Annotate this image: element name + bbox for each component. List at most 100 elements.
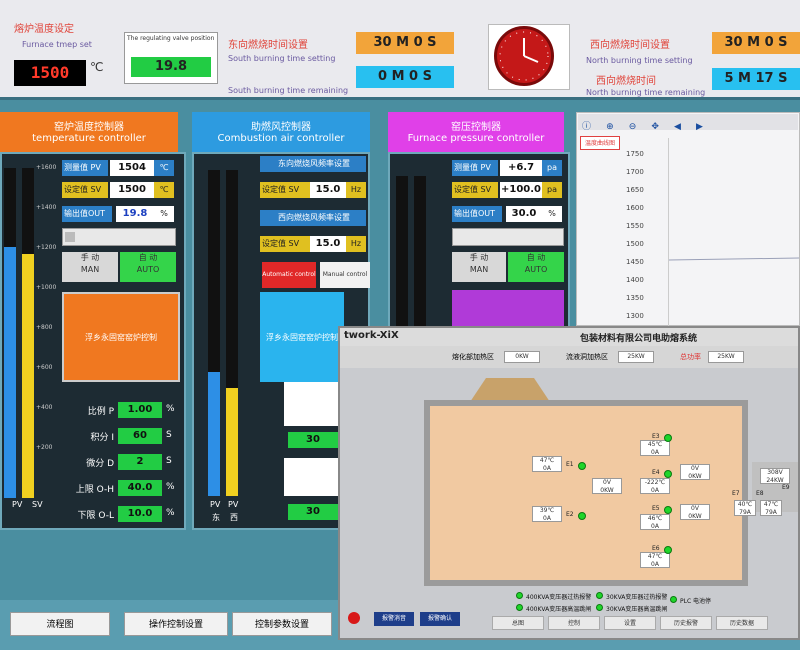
- electrode-name: E1: [566, 461, 574, 468]
- pair-voltage: 0V: [691, 505, 699, 512]
- alarm-indicator-icon: [596, 592, 603, 599]
- alarm-label: 30KVA变压器过热报警: [606, 594, 668, 601]
- next-icon[interactable]: ▶: [696, 122, 703, 132]
- air-ctrl-title-en: Combustion air controller: [217, 133, 345, 144]
- inset-nav-button[interactable]: 总图: [492, 616, 544, 630]
- pid-value[interactable]: 1.00: [118, 402, 162, 418]
- south-setting-cn: 东向燃烧时间设置: [228, 40, 308, 51]
- furnace-temp-value[interactable]: 1500: [14, 60, 86, 86]
- nav-operation-button[interactable]: 操作控制设置: [124, 612, 228, 636]
- trend-series-line: [669, 257, 799, 261]
- trend-y-tick: 1600: [626, 204, 644, 212]
- inset-nav-button[interactable]: 历史数据: [716, 616, 768, 630]
- temp-man-button[interactable]: 手 动 MAN: [62, 252, 118, 282]
- press-sv-unit: pa: [542, 182, 562, 198]
- north-remaining-cn: 西向燃烧时间: [596, 76, 656, 87]
- inset-nav-button[interactable]: 控制: [548, 616, 600, 630]
- zoom-out-icon[interactable]: ⊖: [629, 122, 637, 132]
- press-control-button[interactable]: [452, 290, 564, 330]
- zoom-in-icon[interactable]: ⊕: [606, 122, 614, 132]
- air-west-value[interactable]: 15.0: [310, 236, 346, 252]
- flow-value: 25KW: [618, 351, 654, 363]
- inset-nav-button[interactable]: 设置: [604, 616, 656, 630]
- alarm-mute-button[interactable]: 报警消音: [374, 612, 414, 626]
- air-east-unit: Hz: [346, 182, 366, 198]
- electrode-indicator-icon: [664, 506, 672, 514]
- alarm-confirm-button[interactable]: 报警确认: [420, 612, 460, 626]
- pid-value[interactable]: 60: [118, 428, 162, 444]
- temp-out-slider[interactable]: [62, 228, 176, 246]
- temp-scale-tick: +400: [36, 404, 53, 411]
- press-ctrl-title-en: Furnace pressure controller: [407, 133, 545, 144]
- pid-value[interactable]: 2: [118, 454, 162, 470]
- air-auto-control-button[interactable]: Automatic control: [262, 262, 316, 288]
- electrode-amp: 0A: [651, 487, 659, 494]
- prev-icon[interactable]: ◀: [674, 122, 681, 132]
- electrode-temp: -222℃: [644, 479, 666, 486]
- info-icon[interactable]: ⓘ: [582, 122, 591, 132]
- furnace-temp-cn: 熔炉温度设定: [14, 24, 74, 35]
- electrode-card: 39℃ 0A: [532, 506, 562, 522]
- total-value: 25KW: [708, 351, 744, 363]
- pan-icon[interactable]: ✥: [651, 122, 659, 132]
- temp-scale-tick: +1600: [36, 164, 57, 171]
- air-west-sv-label: 设定值 SV: [260, 236, 310, 252]
- air-bar-1: [208, 170, 220, 496]
- right-reading-1: 40℃ 79A: [734, 500, 756, 516]
- electrode-name: E2: [566, 511, 574, 518]
- inset-title: 包装材料有限公司电助熔系统: [580, 334, 698, 344]
- temp-man-cn: 手 动: [80, 253, 100, 262]
- air-ctrl-title-cn: 助燃风控制器: [251, 122, 311, 133]
- right-voltage: 308V 24KW: [760, 468, 790, 484]
- trend-toolbar: ⓘ ⊕ ⊖ ✥ ◀ ▶: [578, 114, 798, 132]
- pid-unit: %: [166, 508, 175, 518]
- temp-sv-value[interactable]: 1500: [110, 182, 154, 198]
- air-bar-east-label: 东: [212, 513, 220, 522]
- nav-flow-button[interactable]: 流程图: [10, 612, 110, 636]
- air-bar-pv-label: PV: [210, 500, 221, 509]
- temp-furnace-control-button[interactable]: 浮乡永固窑窑炉控制: [62, 292, 180, 382]
- south-setting-display[interactable]: 30 M 0 S: [356, 32, 454, 54]
- air-list-value-2: 30: [288, 504, 338, 520]
- melt-value: 0KW: [504, 351, 540, 363]
- air-list-1: [284, 382, 338, 426]
- north-setting-display[interactable]: 30 M 0 S: [712, 32, 800, 54]
- valve-position-value[interactable]: 19.8: [131, 57, 211, 77]
- electrode-indicator-icon: [578, 512, 586, 520]
- temp-out-slider-handle[interactable]: [65, 232, 75, 242]
- nav-parameter-button[interactable]: 控制参数设置: [232, 612, 332, 636]
- inset-brand: twork-XiX: [344, 330, 399, 341]
- electrode-temp: 46℃: [647, 515, 663, 522]
- electrode-name: E5: [652, 505, 660, 512]
- temp-sv-unit: ℃: [154, 182, 174, 198]
- air-furnace-control-button[interactable]: 浮乡永固窑窑炉控制: [260, 292, 344, 382]
- south-setting-s: 0: [413, 35, 423, 50]
- north-setting-cn: 西向燃烧时间设置: [590, 40, 670, 51]
- inset-nav-button[interactable]: 历史报警: [660, 616, 712, 630]
- electrode-temp: 45℃: [647, 441, 663, 448]
- press-out-value: 30.0: [506, 206, 542, 222]
- electrode-amp: 0A: [651, 561, 659, 568]
- pid-unit: S: [166, 456, 172, 466]
- temp-scale-tick: +800: [36, 324, 53, 331]
- press-auto-button[interactable]: 自 动 AUTO: [508, 252, 564, 282]
- air-east-value[interactable]: 15.0: [310, 182, 346, 198]
- temp-auto-button[interactable]: 自 动 AUTO: [120, 252, 176, 282]
- south-remaining-s-label: S: [422, 69, 432, 84]
- valve-position-card: The regulating valve position 19.8: [124, 32, 218, 84]
- press-sv-value[interactable]: +100.0: [500, 182, 542, 198]
- pid-value[interactable]: 10.0: [118, 506, 162, 522]
- press-man-button[interactable]: 手 动 MAN: [452, 252, 506, 282]
- pid-label: 积分 I: [90, 433, 114, 443]
- pid-label: 下限 O-L: [77, 511, 114, 521]
- pair-voltage: 0V: [603, 479, 611, 486]
- air-manual-control-button[interactable]: Manual control: [320, 262, 370, 288]
- alarm-lamp-icon: [348, 612, 360, 624]
- air-fill-2: [226, 388, 238, 496]
- pid-value[interactable]: 40.0: [118, 480, 162, 496]
- melt-label: 熔化部加热区: [452, 353, 494, 361]
- press-out-slider[interactable]: [452, 228, 564, 246]
- press-ctrl-header: 窑压控制器 Furnace pressure controller: [388, 112, 564, 152]
- e7-label: E7: [732, 490, 740, 497]
- trend-y-axis: 1750 1700 1650 1600 1550 1500 1450 1400 1350 1300: [626, 150, 666, 326]
